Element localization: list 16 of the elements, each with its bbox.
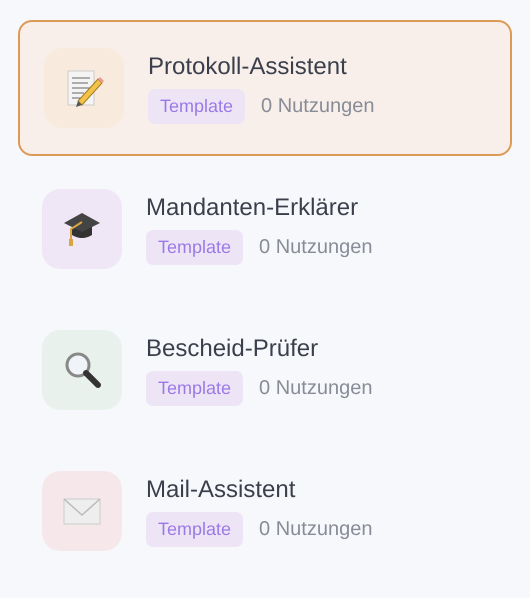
template-badge: Template	[146, 230, 244, 264]
template-badge: Template	[146, 512, 244, 546]
assistant-title: Protokoll-Assistent	[148, 52, 348, 80]
usage-count: 0 Nutzungen	[259, 236, 372, 258]
template-badge: Template	[146, 370, 244, 406]
assistant-card[interactable]: Protokoll-Assistent Template 0 Nutzungen	[18, 20, 512, 156]
usage-count: 0 Nutzungen	[259, 376, 372, 400]
template-badge: Template	[148, 88, 246, 124]
assistant-title: Mail-Assistent	[146, 476, 296, 504]
assistant-card[interactable]: Mail-Assistent Template 0 Nutzungen	[18, 443, 512, 579]
usage-count: 0 Nutzungen	[259, 518, 372, 540]
assistant-title: Bescheid-Prüfer	[146, 334, 320, 362]
assistant-card[interactable]: Bescheid-Prüfer Template 0 Nutzungen	[18, 302, 512, 438]
assistant-title: Mandanten-Erklärer	[146, 194, 360, 222]
assistant-card[interactable]: Mandanten-Erklärer Template 0 Nutzungen	[18, 161, 512, 297]
usage-count: 0 Nutzungen	[261, 94, 374, 118]
